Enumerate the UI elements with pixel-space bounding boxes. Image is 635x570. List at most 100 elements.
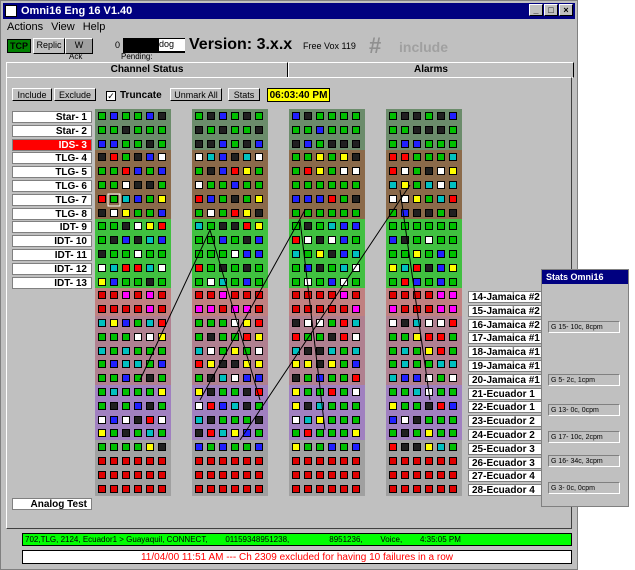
channel-square[interactable] <box>207 319 215 327</box>
channel-square[interactable] <box>219 181 227 189</box>
channel-square[interactable] <box>243 429 251 438</box>
channel-square[interactable] <box>316 332 324 341</box>
channel-square[interactable] <box>425 305 433 314</box>
channel-square[interactable] <box>425 112 433 120</box>
channel-square[interactable] <box>449 388 457 396</box>
channel-square[interactable] <box>328 181 336 189</box>
channel-square[interactable] <box>219 443 227 452</box>
channel-square[interactable] <box>437 457 445 465</box>
channel-square[interactable] <box>134 222 142 231</box>
channel-square[interactable] <box>207 443 215 452</box>
group-label[interactable]: 19-Jamaica #1 <box>468 360 542 372</box>
channel-square[interactable] <box>134 236 142 245</box>
channel-square[interactable] <box>292 277 300 286</box>
channel-square[interactable] <box>158 457 166 465</box>
channel-square[interactable] <box>425 443 433 452</box>
channel-square[interactable] <box>316 208 324 217</box>
channel-square[interactable] <box>243 222 251 231</box>
channel-square[interactable] <box>389 415 397 424</box>
channel-square[interactable] <box>328 263 336 272</box>
channel-square[interactable] <box>401 194 409 203</box>
channel-square[interactable] <box>413 484 421 493</box>
channel-square[interactable] <box>304 222 312 231</box>
channel-square[interactable] <box>195 222 203 231</box>
channel-square[interactable] <box>401 181 409 189</box>
menu-actions[interactable]: Actions <box>7 21 43 33</box>
channel-square[interactable] <box>207 222 215 231</box>
channel-square[interactable] <box>389 139 397 148</box>
channel-square[interactable] <box>219 319 227 327</box>
channel-square[interactable] <box>449 443 457 452</box>
channel-square[interactable] <box>146 194 154 203</box>
channel-square[interactable] <box>207 277 215 286</box>
channel-square[interactable] <box>255 291 263 300</box>
channel-square[interactable] <box>219 484 227 493</box>
channel-square[interactable] <box>207 139 215 148</box>
channel-square[interactable] <box>195 374 203 383</box>
channel-square[interactable] <box>413 139 421 148</box>
channel-square[interactable] <box>413 429 421 438</box>
channel-square[interactable] <box>328 374 336 383</box>
channel-square[interactable] <box>98 112 106 120</box>
channel-square[interactable] <box>122 484 130 493</box>
channel-square[interactable] <box>158 388 166 396</box>
channel-square[interactable] <box>401 112 409 120</box>
channel-square[interactable] <box>158 236 166 245</box>
channel-square[interactable] <box>389 112 397 120</box>
channel-square[interactable] <box>195 125 203 134</box>
channel-square[interactable] <box>304 181 312 189</box>
channel-square[interactable] <box>146 291 154 300</box>
channel-square[interactable] <box>110 388 118 396</box>
channel-square[interactable] <box>340 415 348 424</box>
channel-square[interactable] <box>352 291 360 300</box>
channel-square[interactable] <box>352 250 360 258</box>
channel-square[interactable] <box>134 167 142 176</box>
channel-square[interactable] <box>413 112 421 120</box>
channel-square[interactable] <box>328 401 336 410</box>
channel-square[interactable] <box>449 319 457 327</box>
channel-square[interactable] <box>134 194 142 203</box>
menu-help[interactable]: Help <box>83 21 106 33</box>
channel-square[interactable] <box>389 332 397 341</box>
channel-square[interactable] <box>413 125 421 134</box>
channel-square[interactable] <box>195 332 203 341</box>
channel-square[interactable] <box>255 236 263 245</box>
channel-square[interactable] <box>316 112 324 120</box>
channel-square[interactable] <box>340 153 348 162</box>
channel-square[interactable] <box>158 305 166 314</box>
channel-square[interactable] <box>122 332 130 341</box>
channel-square[interactable] <box>389 236 397 245</box>
channel-square[interactable] <box>158 139 166 148</box>
channel-square[interactable] <box>292 332 300 341</box>
channel-square[interactable] <box>146 332 154 341</box>
channel-square[interactable] <box>352 319 360 327</box>
channel-square[interactable] <box>292 291 300 300</box>
channel-square[interactable] <box>401 305 409 314</box>
channel-square[interactable] <box>110 360 118 369</box>
channel-square[interactable] <box>340 443 348 452</box>
channel-square[interactable] <box>195 360 203 369</box>
channel-square[interactable] <box>316 250 324 258</box>
channel-square[interactable] <box>110 484 118 493</box>
channel-square[interactable] <box>122 415 130 424</box>
channel-square[interactable] <box>401 153 409 162</box>
channel-square[interactable] <box>437 332 445 341</box>
channel-square[interactable] <box>389 250 397 258</box>
channel-square[interactable] <box>134 388 142 396</box>
channel-square[interactable] <box>413 291 421 300</box>
channel-square[interactable] <box>425 263 433 272</box>
channel-square[interactable] <box>243 332 251 341</box>
channel-square[interactable] <box>401 429 409 438</box>
group-label[interactable]: 14-Jamaica #2 <box>468 291 542 303</box>
group-label[interactable]: IDT- 9 <box>12 221 92 234</box>
channel-square[interactable] <box>158 415 166 424</box>
channel-square[interactable] <box>328 291 336 300</box>
channel-square[interactable] <box>425 429 433 438</box>
channel-square[interactable] <box>98 388 106 396</box>
channel-square[interactable] <box>352 305 360 314</box>
channel-square[interactable] <box>195 346 203 355</box>
group-label[interactable]: IDT- 10 <box>12 235 92 248</box>
channel-square[interactable] <box>195 194 203 203</box>
channel-square[interactable] <box>98 263 106 272</box>
channel-square[interactable] <box>352 415 360 424</box>
